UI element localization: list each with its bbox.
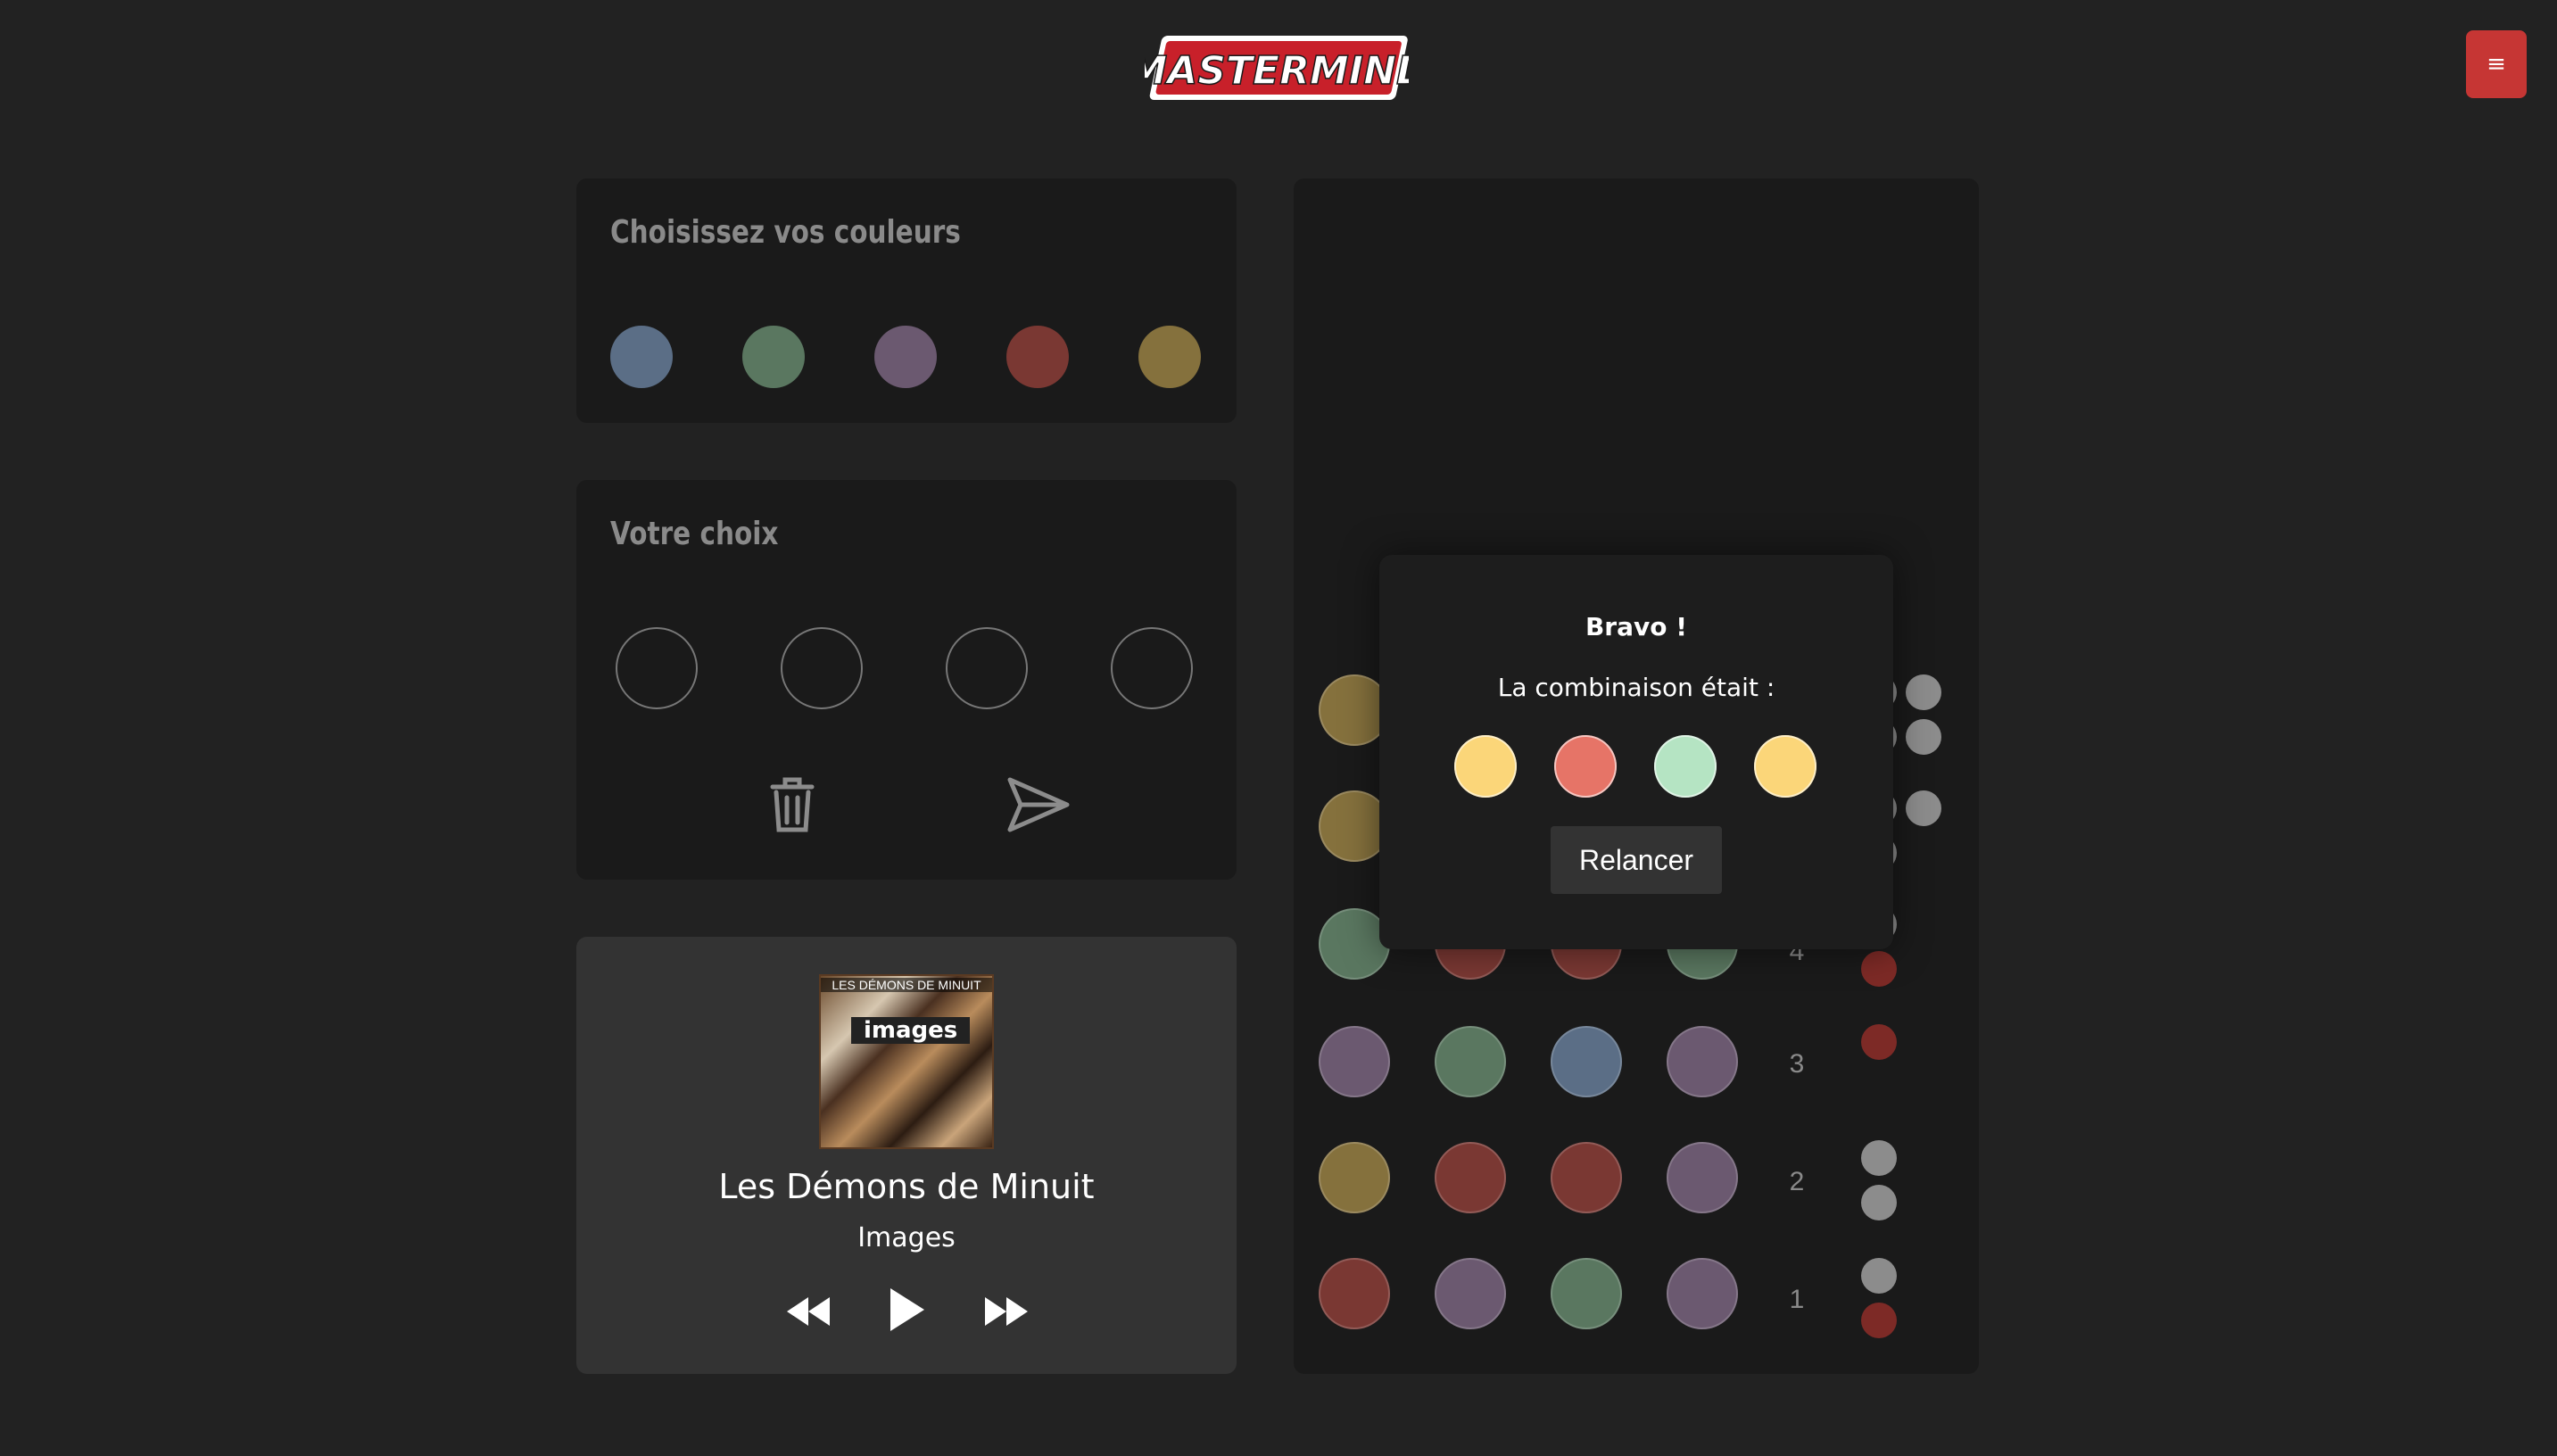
solution-peg <box>1654 735 1717 798</box>
board-peg <box>1667 1026 1738 1097</box>
feedback-peg <box>1861 951 1897 987</box>
choice-panel: Votre choix <box>576 480 1237 880</box>
solution-peg <box>1554 735 1617 798</box>
solution-peg <box>1454 735 1517 798</box>
feedback-peg <box>1906 790 1941 826</box>
rewind-icon[interactable] <box>785 1295 832 1328</box>
feedback-peg <box>1861 1258 1897 1294</box>
mastermind-logo: MASTERMIND <box>1145 36 1409 100</box>
palette-panel: Choisissez vos couleurs <box>576 178 1237 423</box>
track-artist: Les Démons de Minuit <box>718 1167 1095 1206</box>
choice-slot-1[interactable] <box>616 627 698 709</box>
choice-slot-2[interactable] <box>781 627 863 709</box>
feedback-peg <box>1906 674 1941 710</box>
palette-color-red[interactable] <box>1006 326 1069 388</box>
palette-title: Choisissez vos couleurs <box>610 214 961 251</box>
win-modal: Bravo ! La combinaison était : Relancer <box>1379 555 1893 949</box>
board-peg <box>1319 1142 1390 1213</box>
modal-subtitle: La combinaison était : <box>1497 673 1775 702</box>
restart-button[interactable]: Relancer <box>1551 826 1722 894</box>
palette-color-green[interactable] <box>742 326 805 388</box>
choice-slot-3[interactable] <box>946 627 1028 709</box>
cover-text-top: LES DÉMONS DE MINUIT <box>821 978 992 992</box>
send-icon[interactable] <box>1006 774 1071 835</box>
svg-text:MASTERMIND: MASTERMIND <box>1145 48 1409 94</box>
feedback-peg <box>1861 1024 1897 1060</box>
solution-peg <box>1754 735 1816 798</box>
board-peg <box>1319 1026 1390 1097</box>
trash-icon[interactable] <box>767 774 817 835</box>
feedback-peg <box>1906 719 1941 755</box>
menu-button[interactable]: ≡ <box>2466 30 2527 98</box>
board-peg <box>1551 1026 1622 1097</box>
board-peg <box>1551 1258 1622 1329</box>
palette-color-olive[interactable] <box>1138 326 1201 388</box>
choice-title: Votre choix <box>610 516 779 552</box>
palette-color-purple[interactable] <box>874 326 937 388</box>
music-player: LES DÉMONS DE MINUIT images Les Démons d… <box>576 937 1237 1374</box>
album-cover: LES DÉMONS DE MINUIT images <box>819 974 994 1149</box>
row-number: 1 <box>1789 1285 1805 1314</box>
row-number: 3 <box>1789 1049 1805 1079</box>
track-album: Images <box>857 1222 956 1253</box>
row-number: 2 <box>1789 1167 1805 1196</box>
feedback-peg <box>1861 1303 1897 1338</box>
board-peg <box>1435 1142 1506 1213</box>
board-peg <box>1435 1258 1506 1329</box>
palette-color-blue[interactable] <box>610 326 673 388</box>
menu-icon: ≡ <box>2487 51 2506 78</box>
board-peg <box>1319 1258 1390 1329</box>
play-icon[interactable] <box>887 1286 926 1333</box>
modal-title: Bravo ! <box>1585 612 1688 641</box>
board-peg <box>1551 1142 1622 1213</box>
board-peg <box>1667 1142 1738 1213</box>
feedback-peg <box>1861 1140 1897 1176</box>
board-peg <box>1667 1258 1738 1329</box>
board-peg <box>1435 1026 1506 1097</box>
cover-text-main: images <box>851 1017 971 1044</box>
choice-slot-4[interactable] <box>1111 627 1193 709</box>
feedback-peg <box>1861 1185 1897 1220</box>
fast-forward-icon[interactable] <box>983 1295 1030 1328</box>
